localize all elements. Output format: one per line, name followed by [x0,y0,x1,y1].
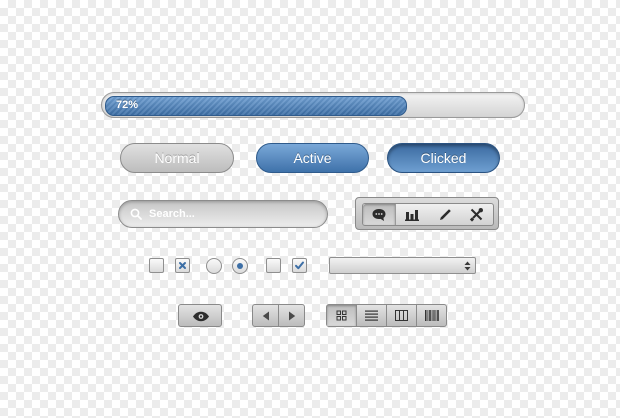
toolbar-chart-button[interactable] [396,204,428,225]
checkbox-checked[interactable] [292,258,307,273]
tools-icon [470,208,484,222]
cross-mark-icon [179,262,186,269]
radio-selected[interactable] [232,258,248,274]
eye-icon [193,311,209,322]
progress-bar: 72% [101,92,525,118]
list-icon [365,310,378,321]
toolbar-tools-button[interactable] [461,204,493,225]
grid-icon [336,310,347,321]
preview-button[interactable] [178,304,222,327]
columns-view-button[interactable] [387,305,417,326]
view-mode-segment [326,304,447,327]
search-field[interactable] [118,200,328,228]
progress-label: 72% [116,99,139,111]
checkbox-crossed[interactable] [175,258,190,273]
bar-chart-icon [405,210,420,221]
clicked-button[interactable]: Clicked [387,143,500,173]
columns-icon [395,310,408,321]
active-button[interactable]: Active [256,143,369,173]
select-arrows-icon [464,261,471,271]
barcode-view-button[interactable] [417,305,446,326]
checkbox-empty-2[interactable] [266,258,281,273]
grid-view-button[interactable] [327,305,357,326]
toolbar-edit-button[interactable] [429,204,461,225]
next-arrow-icon [288,311,295,320]
icon-toolbar [355,197,499,230]
toolbar-comment-button[interactable] [363,204,397,225]
radio-unselected[interactable] [206,258,222,274]
search-input[interactable] [149,206,319,222]
radio-dot-icon [237,263,243,269]
normal-button[interactable]: Normal [120,143,234,173]
toolbar-segment [362,203,494,226]
search-icon [130,208,142,220]
list-view-button[interactable] [357,305,387,326]
progress-fill [105,96,407,116]
barcode-icon [424,310,439,321]
speech-bubble-icon [372,208,386,221]
pen-icon [439,208,451,220]
prev-arrow-icon [262,311,269,320]
checkbox-empty-1[interactable] [149,258,164,273]
next-button[interactable] [279,305,304,326]
check-mark-icon [295,261,304,270]
navigation-segment [252,304,305,327]
dropdown-select[interactable] [329,257,476,274]
prev-button[interactable] [253,305,279,326]
